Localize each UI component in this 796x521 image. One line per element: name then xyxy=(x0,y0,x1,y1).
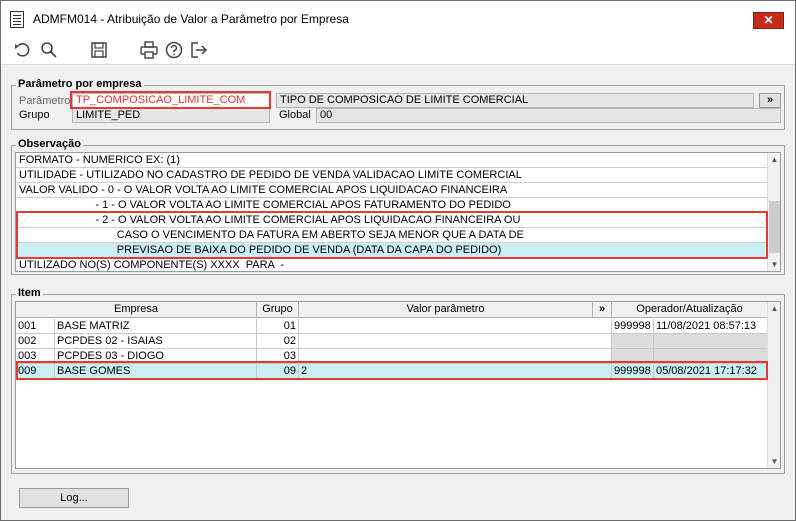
global-label: Global xyxy=(279,109,311,121)
parametro-group-title: Parâmetro por empresa xyxy=(16,78,144,90)
parametro-label: Parâmetro xyxy=(19,95,71,107)
global-field: 00 xyxy=(316,108,781,123)
header-valor[interactable]: Valor parâmetro xyxy=(299,302,593,318)
header-grupo[interactable]: Grupo xyxy=(257,302,299,318)
table-row-selected[interactable]: 009 BASE GOMES 09 2 999998 05/08/2021 17… xyxy=(16,364,768,379)
cell-operador xyxy=(612,349,654,364)
scroll-down-icon[interactable]: ▼ xyxy=(768,455,780,468)
cell-codigo: 002 xyxy=(16,334,55,349)
cell-data: 11/08/2021 08:57:13 xyxy=(654,319,768,334)
cell-valor[interactable] xyxy=(299,349,612,364)
expand-parametro-button[interactable]: » xyxy=(759,93,781,108)
parametro-field[interactable]: TP_COMPOSICAO_LIMITE_COM xyxy=(72,93,270,109)
cell-operador: 999998 xyxy=(612,364,654,379)
cell-valor[interactable]: 2 xyxy=(299,364,612,379)
table-row[interactable]: 001 BASE MATRIZ 01 999998 11/08/2021 08:… xyxy=(16,319,768,334)
document-icon xyxy=(10,11,24,28)
observacao-line-selected: PREVISAO DE BAIXA DO PEDIDO DE VENDA (DA… xyxy=(16,243,768,258)
cell-empresa: BASE GOMES xyxy=(55,364,257,379)
observacao-line: UTILIZADO NO(S) COMPONENTE(S) XXXX PARA … xyxy=(16,258,768,271)
exit-icon[interactable] xyxy=(189,40,209,60)
grupo-field: LIMITE_PED xyxy=(72,108,270,123)
cell-operador xyxy=(612,334,654,349)
item-scrollbar[interactable]: ▲ ▼ xyxy=(767,302,780,468)
header-operador[interactable]: Operador/Atualização xyxy=(612,302,768,318)
item-grid: Empresa Grupo Valor parâmetro » Operador… xyxy=(15,301,781,469)
table-row[interactable]: 003 PCPDES 03 - DIOGO 03 xyxy=(16,349,768,364)
parametro-descricao-field: TIPO DE COMPOSICAO DE LIMITE COMERCIAL xyxy=(276,93,754,108)
scroll-up-icon[interactable]: ▲ xyxy=(768,153,780,166)
observacao-line: UTILIDADE - UTILIZADO NO CADASTRO DE PED… xyxy=(16,168,768,183)
cell-grupo: 02 xyxy=(257,334,299,349)
header-empresa[interactable]: Empresa xyxy=(16,302,257,318)
cell-grupo: 01 xyxy=(257,319,299,334)
cell-grupo: 03 xyxy=(257,349,299,364)
cell-data xyxy=(654,349,768,364)
observacao-line: CASO O VENCIMENTO DA FATURA EM ABERTO SE… xyxy=(16,228,768,243)
cell-grupo: 09 xyxy=(257,364,299,379)
observacao-group-title: Observação xyxy=(16,138,83,150)
cell-data: 05/08/2021 17:17:32 xyxy=(654,364,768,379)
cell-empresa: BASE MATRIZ xyxy=(55,319,257,334)
observacao-scrollbar[interactable]: ▲ ▼ xyxy=(767,153,780,271)
cell-data xyxy=(654,334,768,349)
cell-codigo: 001 xyxy=(16,319,55,334)
cell-valor[interactable] xyxy=(299,319,612,334)
cell-empresa: PCPDES 02 - ISAIAS xyxy=(55,334,257,349)
observacao-textarea[interactable]: FORMATO - NUMERICO EX: (1) UTILIDADE - U… xyxy=(15,152,781,272)
undo-icon[interactable] xyxy=(13,40,33,60)
observacao-line: FORMATO - NUMERICO EX: (1) xyxy=(16,153,768,168)
title-bar: ADMFM014 - Atribuição de Valor a Parâmet… xyxy=(1,1,795,37)
close-button[interactable]: ✕ xyxy=(753,12,784,29)
print-icon[interactable] xyxy=(139,40,159,60)
main-window: ADMFM014 - Atribuição de Valor a Parâmet… xyxy=(0,0,796,521)
cell-valor[interactable] xyxy=(299,334,612,349)
search-icon[interactable] xyxy=(39,40,59,60)
cell-operador: 999998 xyxy=(612,319,654,334)
log-button[interactable]: Log... xyxy=(19,488,129,508)
save-icon[interactable] xyxy=(89,40,109,60)
scroll-up-icon[interactable]: ▲ xyxy=(768,302,780,315)
cell-codigo: 009 xyxy=(16,364,55,379)
header-expand-button[interactable]: » xyxy=(593,302,612,318)
item-group-title: Item xyxy=(16,287,43,299)
help-icon[interactable] xyxy=(164,40,184,60)
window-title: ADMFM014 - Atribuição de Valor a Parâmet… xyxy=(33,12,349,26)
table-row[interactable]: 002 PCPDES 02 - ISAIAS 02 xyxy=(16,334,768,349)
cell-empresa: PCPDES 03 - DIOGO xyxy=(55,349,257,364)
observacao-scroll-thumb[interactable] xyxy=(769,201,780,253)
observacao-line: VALOR VALIDO - 0 - O VALOR VOLTA AO LIMI… xyxy=(16,183,768,198)
observacao-line: - 2 - O VALOR VOLTA AO LIMITE COMERCIAL … xyxy=(16,213,768,228)
cell-codigo: 003 xyxy=(16,349,55,364)
grupo-label: Grupo xyxy=(19,109,50,121)
toolbar xyxy=(1,37,795,65)
observacao-line: - 1 - O VALOR VOLTA AO LIMITE COMERCIAL … xyxy=(16,198,768,213)
scroll-down-icon[interactable]: ▼ xyxy=(768,258,780,271)
